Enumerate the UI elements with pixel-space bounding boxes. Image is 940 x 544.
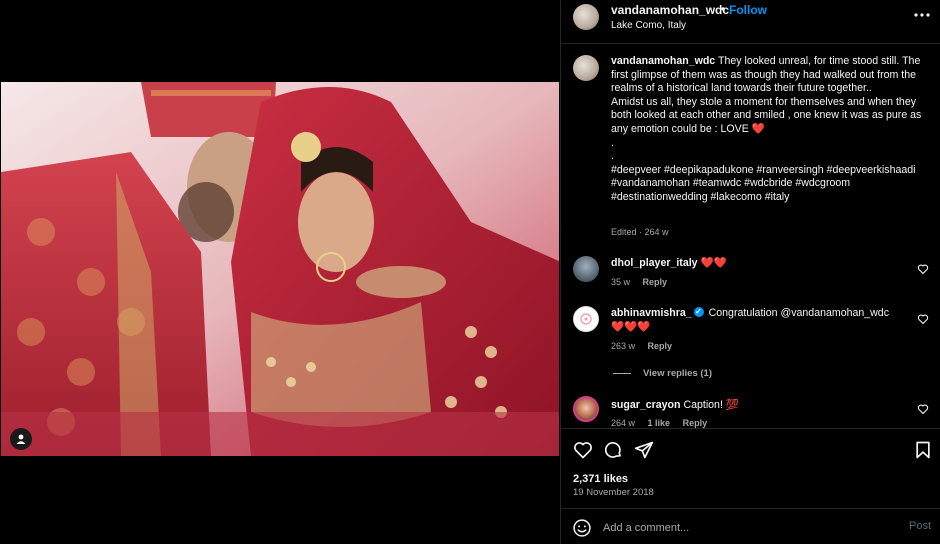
avatar-logo-icon	[580, 313, 592, 325]
comment-time: 264 w	[611, 418, 636, 428]
comment-username[interactable]: sugar_crayon	[611, 399, 680, 411]
share-icon[interactable]	[634, 440, 654, 460]
avatar[interactable]	[573, 306, 599, 332]
post-actions: 2,371 likes 19 November 2018	[561, 428, 940, 508]
comment-meta: 263 w Reply	[611, 341, 682, 351]
comment-item: sugar_crayon Caption! 💯 264 w 1 like Rep…	[573, 396, 929, 428]
add-comment-bar: Post	[561, 508, 940, 544]
view-replies-line	[613, 372, 631, 374]
comment-time: 35 w	[611, 277, 631, 287]
comment-item: dhol_player_italy ❤️❤️ 35 w Reply	[573, 256, 929, 296]
view-replies-toggle[interactable]: View replies (1)	[613, 368, 712, 379]
comment-input[interactable]	[603, 518, 883, 538]
bookmark-icon[interactable]	[913, 440, 933, 460]
reply-button[interactable]: Reply	[648, 341, 673, 351]
comment-text: dhol_player_italy ❤️❤️	[611, 256, 901, 270]
comment-body: Caption! 💯	[683, 399, 740, 411]
comment-meta: 264 w 1 like Reply	[611, 418, 717, 428]
comment-text: abhinavmishra_ Congratulation @vandanamo…	[611, 305, 901, 334]
caption-hashtags[interactable]: #deepveer #deepikapadukone #ranveersingh…	[611, 164, 916, 203]
comment-item: abhinavmishra_ Congratulation @vandanamo…	[573, 305, 929, 360]
heart-icon[interactable]	[573, 440, 593, 460]
comment-like-heart-icon[interactable]	[917, 263, 929, 275]
tagged-user-button[interactable]	[10, 428, 32, 450]
more-options-icon[interactable]	[913, 8, 931, 22]
comment-icon[interactable]	[603, 440, 623, 460]
comment-meta: 35 w Reply	[611, 277, 677, 287]
post-photo[interactable]	[1, 82, 559, 456]
post-header: vandanamohan_wdc • Follow Lake Como, Ita…	[561, 0, 940, 44]
caption-line-3: .	[611, 136, 614, 149]
comment-username[interactable]: abhinavmishra_	[611, 307, 692, 319]
avatar[interactable]	[573, 4, 599, 30]
post-location[interactable]: Lake Como, Italy	[611, 20, 686, 31]
comment-username[interactable]: dhol_player_italy	[611, 257, 698, 269]
comment-like-heart-icon[interactable]	[917, 313, 929, 325]
caption-meta: Edited · 264 w	[611, 227, 669, 237]
avatar[interactable]	[573, 256, 599, 282]
post-username[interactable]: vandanamohan_wdc	[611, 3, 729, 17]
comment-body: ❤️❤️	[700, 257, 727, 269]
reply-button[interactable]: Reply	[683, 418, 708, 428]
post-date: 19 November 2018	[573, 487, 654, 498]
verified-badge-icon	[693, 305, 704, 319]
comment-like-heart-icon[interactable]	[917, 403, 929, 415]
post-comment-button[interactable]: Post	[909, 520, 931, 532]
caption-line-4: .	[611, 150, 614, 163]
tagged-user-icon	[16, 434, 26, 444]
reply-button[interactable]: Reply	[643, 277, 668, 287]
avatar[interactable]	[573, 55, 599, 81]
post-details-panel: vandanamohan_wdc • Follow Lake Como, Ita…	[560, 0, 940, 544]
view-replies-label[interactable]: View replies (1)	[643, 368, 712, 379]
emoji-icon[interactable]	[572, 518, 592, 538]
comment-time: 263 w	[611, 341, 636, 351]
wedding-photo-illustration	[1, 82, 559, 456]
likes-count[interactable]: 2,371 likes	[573, 473, 628, 485]
comment-likes-count[interactable]: 1 like	[648, 418, 671, 428]
caption-line-2: Amidst us all, they stole a moment for t…	[611, 95, 922, 135]
follow-button[interactable]: Follow	[729, 3, 767, 17]
avatar[interactable]	[573, 396, 599, 422]
media-pane	[0, 0, 560, 544]
caption-username[interactable]: vandanamohan_wdc	[611, 55, 715, 67]
comment-text: sugar_crayon Caption! 💯	[611, 398, 901, 412]
separator-dot: •	[721, 2, 726, 16]
caption-text: vandanamohan_wdc They looked unreal, for…	[611, 55, 929, 205]
